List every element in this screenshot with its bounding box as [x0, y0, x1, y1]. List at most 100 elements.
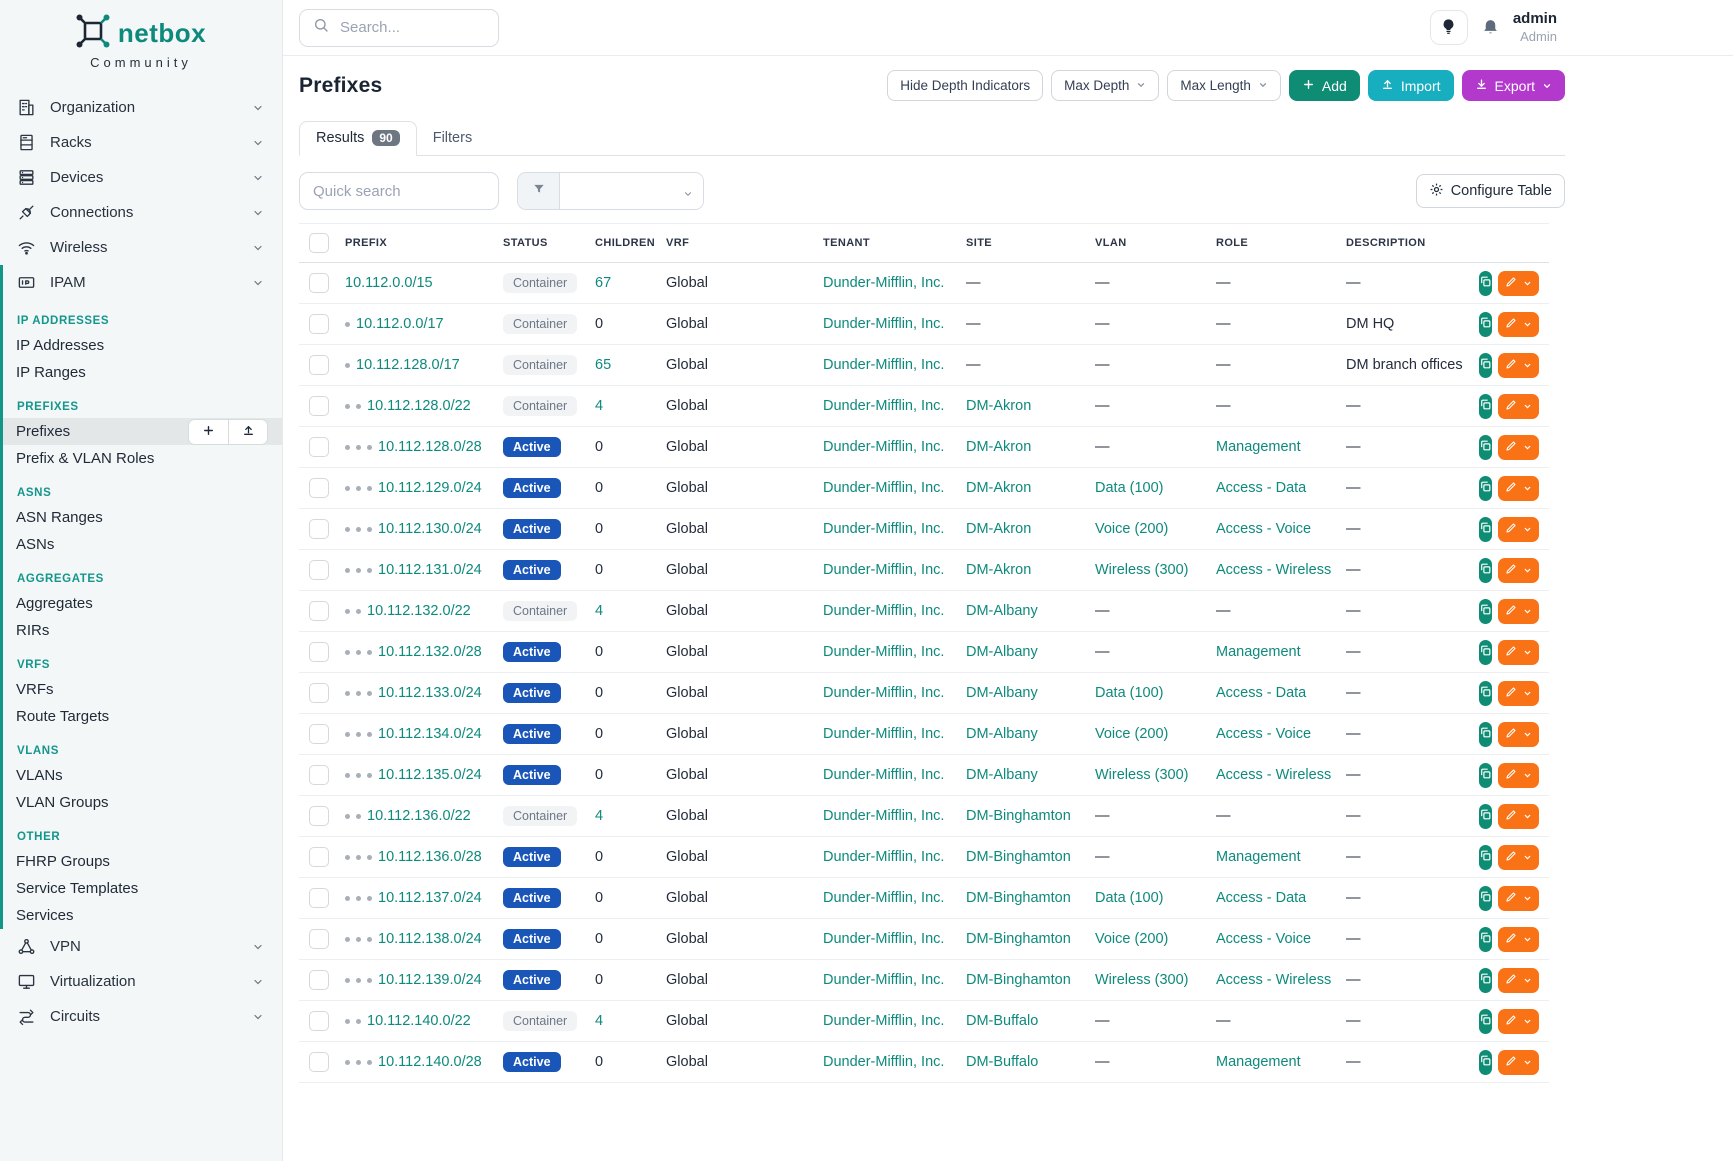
site-link[interactable]: DM-Albany	[966, 726, 1038, 742]
tenant-link[interactable]: Dunder-Mifflin, Inc.	[823, 808, 944, 824]
sidebar-item-devices[interactable]: Devices	[0, 160, 282, 195]
role-link[interactable]: Access - Voice	[1216, 931, 1311, 947]
role-link[interactable]: Access - Data	[1216, 890, 1306, 906]
theme-toggle-button[interactable]	[1430, 10, 1468, 45]
column-header-role[interactable]: ROLE	[1206, 224, 1336, 263]
children-count-link[interactable]: 4	[595, 808, 603, 824]
role-link[interactable]: Access - Data	[1216, 480, 1306, 496]
row-checkbox[interactable]	[309, 1052, 329, 1072]
clone-button[interactable]	[1479, 886, 1492, 911]
role-link[interactable]: Access - Wireless	[1216, 562, 1331, 578]
edit-button[interactable]	[1498, 804, 1539, 829]
tenant-link[interactable]: Dunder-Mifflin, Inc.	[823, 890, 944, 906]
site-link[interactable]: DM-Binghamton	[966, 931, 1071, 947]
prefix-link[interactable]: 10.112.135.0/24	[378, 767, 482, 783]
prefix-link[interactable]: 10.112.133.0/24	[378, 685, 482, 701]
site-link[interactable]: DM-Akron	[966, 439, 1031, 455]
edit-button[interactable]	[1498, 763, 1539, 788]
sidebar-item-services[interactable]: Services	[3, 902, 282, 929]
vlan-link[interactable]: Wireless (300)	[1095, 562, 1188, 578]
edit-button[interactable]	[1498, 640, 1539, 665]
edit-button[interactable]	[1498, 435, 1539, 460]
sidebar-item-vlans[interactable]: VLANs	[3, 762, 282, 789]
children-count-link[interactable]: 67	[595, 275, 611, 291]
quick-import-button[interactable]	[228, 420, 267, 444]
clone-button[interactable]	[1479, 640, 1492, 665]
add-button[interactable]: Add	[1289, 70, 1360, 101]
clone-button[interactable]	[1479, 271, 1492, 296]
tenant-link[interactable]: Dunder-Mifflin, Inc.	[823, 1054, 944, 1070]
clone-button[interactable]	[1479, 394, 1492, 419]
hide-depth-indicators-button[interactable]: Hide Depth Indicators	[887, 70, 1043, 101]
site-link[interactable]: DM-Binghamton	[966, 890, 1071, 906]
row-checkbox[interactable]	[309, 314, 329, 334]
prefix-link[interactable]: 10.112.0.0/15	[345, 275, 433, 291]
prefix-link[interactable]: 10.112.134.0/24	[378, 726, 482, 742]
vlan-link[interactable]: Voice (200)	[1095, 726, 1168, 742]
tenant-link[interactable]: Dunder-Mifflin, Inc.	[823, 398, 944, 414]
prefix-link[interactable]: 10.112.131.0/24	[378, 562, 482, 578]
edit-button[interactable]	[1498, 927, 1539, 952]
edit-button[interactable]	[1498, 558, 1539, 583]
vlan-link[interactable]: Data (100)	[1095, 890, 1164, 906]
tenant-link[interactable]: Dunder-Mifflin, Inc.	[823, 644, 944, 660]
row-checkbox[interactable]	[309, 888, 329, 908]
clone-button[interactable]	[1479, 435, 1492, 460]
row-checkbox[interactable]	[309, 847, 329, 867]
edit-button[interactable]	[1498, 312, 1539, 337]
tenant-link[interactable]: Dunder-Mifflin, Inc.	[823, 1013, 944, 1029]
site-link[interactable]: DM-Akron	[966, 480, 1031, 496]
prefix-link[interactable]: 10.112.128.0/17	[356, 357, 460, 373]
tab-results[interactable]: Results 90	[299, 121, 417, 156]
column-header-children[interactable]: CHILDREN	[585, 224, 656, 263]
site-link[interactable]: DM-Buffalo	[966, 1013, 1038, 1029]
edit-button[interactable]	[1498, 271, 1539, 296]
sidebar-item-organization[interactable]: Organization	[0, 90, 282, 125]
prefix-link[interactable]: 10.112.140.0/28	[378, 1054, 482, 1070]
vlan-link[interactable]: Data (100)	[1095, 685, 1164, 701]
sidebar-item-asns[interactable]: ASNs	[3, 531, 282, 558]
tenant-link[interactable]: Dunder-Mifflin, Inc.	[823, 726, 944, 742]
vlan-link[interactable]: Wireless (300)	[1095, 972, 1188, 988]
prefix-link[interactable]: 10.112.129.0/24	[378, 480, 482, 496]
row-checkbox[interactable]	[309, 970, 329, 990]
edit-button[interactable]	[1498, 1009, 1539, 1034]
row-checkbox[interactable]	[309, 437, 329, 457]
prefix-link[interactable]: 10.112.137.0/24	[378, 890, 482, 906]
sidebar-item-wireless[interactable]: Wireless	[0, 230, 282, 265]
tenant-link[interactable]: Dunder-Mifflin, Inc.	[823, 275, 944, 291]
prefix-link[interactable]: 10.112.132.0/22	[367, 603, 471, 619]
select-all-checkbox[interactable]	[309, 233, 329, 253]
edit-button[interactable]	[1498, 476, 1539, 501]
sidebar-item-prefixes[interactable]: Prefixes	[3, 418, 282, 445]
site-link[interactable]: DM-Albany	[966, 644, 1038, 660]
vlan-link[interactable]: Voice (200)	[1095, 521, 1168, 537]
edit-button[interactable]	[1498, 681, 1539, 706]
clone-button[interactable]	[1479, 722, 1492, 747]
site-link[interactable]: DM-Akron	[966, 521, 1031, 537]
clone-button[interactable]	[1479, 845, 1492, 870]
role-link[interactable]: Management	[1216, 439, 1301, 455]
user-menu[interactable]: admin Admin	[1513, 10, 1557, 45]
clone-button[interactable]	[1479, 927, 1492, 952]
row-checkbox[interactable]	[309, 355, 329, 375]
sidebar-item-virtualization[interactable]: Virtualization	[0, 964, 282, 999]
filter-button[interactable]	[518, 173, 560, 209]
row-checkbox[interactable]	[309, 396, 329, 416]
site-link[interactable]: DM-Binghamton	[966, 808, 1071, 824]
tenant-link[interactable]: Dunder-Mifflin, Inc.	[823, 357, 944, 373]
tenant-link[interactable]: Dunder-Mifflin, Inc.	[823, 849, 944, 865]
edit-button[interactable]	[1498, 722, 1539, 747]
edit-button[interactable]	[1498, 394, 1539, 419]
column-header-vrf[interactable]: VRF	[656, 224, 813, 263]
prefix-link[interactable]: 10.112.138.0/24	[378, 931, 482, 947]
tenant-link[interactable]: Dunder-Mifflin, Inc.	[823, 439, 944, 455]
sidebar-item-vlan-groups[interactable]: VLAN Groups	[3, 789, 282, 816]
site-link[interactable]: DM-Albany	[966, 767, 1038, 783]
row-checkbox[interactable]	[309, 806, 329, 826]
children-count-link[interactable]: 4	[595, 1013, 603, 1029]
site-link[interactable]: DM-Albany	[966, 685, 1038, 701]
clone-button[interactable]	[1479, 1009, 1492, 1034]
sidebar-item-connections[interactable]: Connections	[0, 195, 282, 230]
sidebar-item-vrfs[interactable]: VRFs	[3, 676, 282, 703]
